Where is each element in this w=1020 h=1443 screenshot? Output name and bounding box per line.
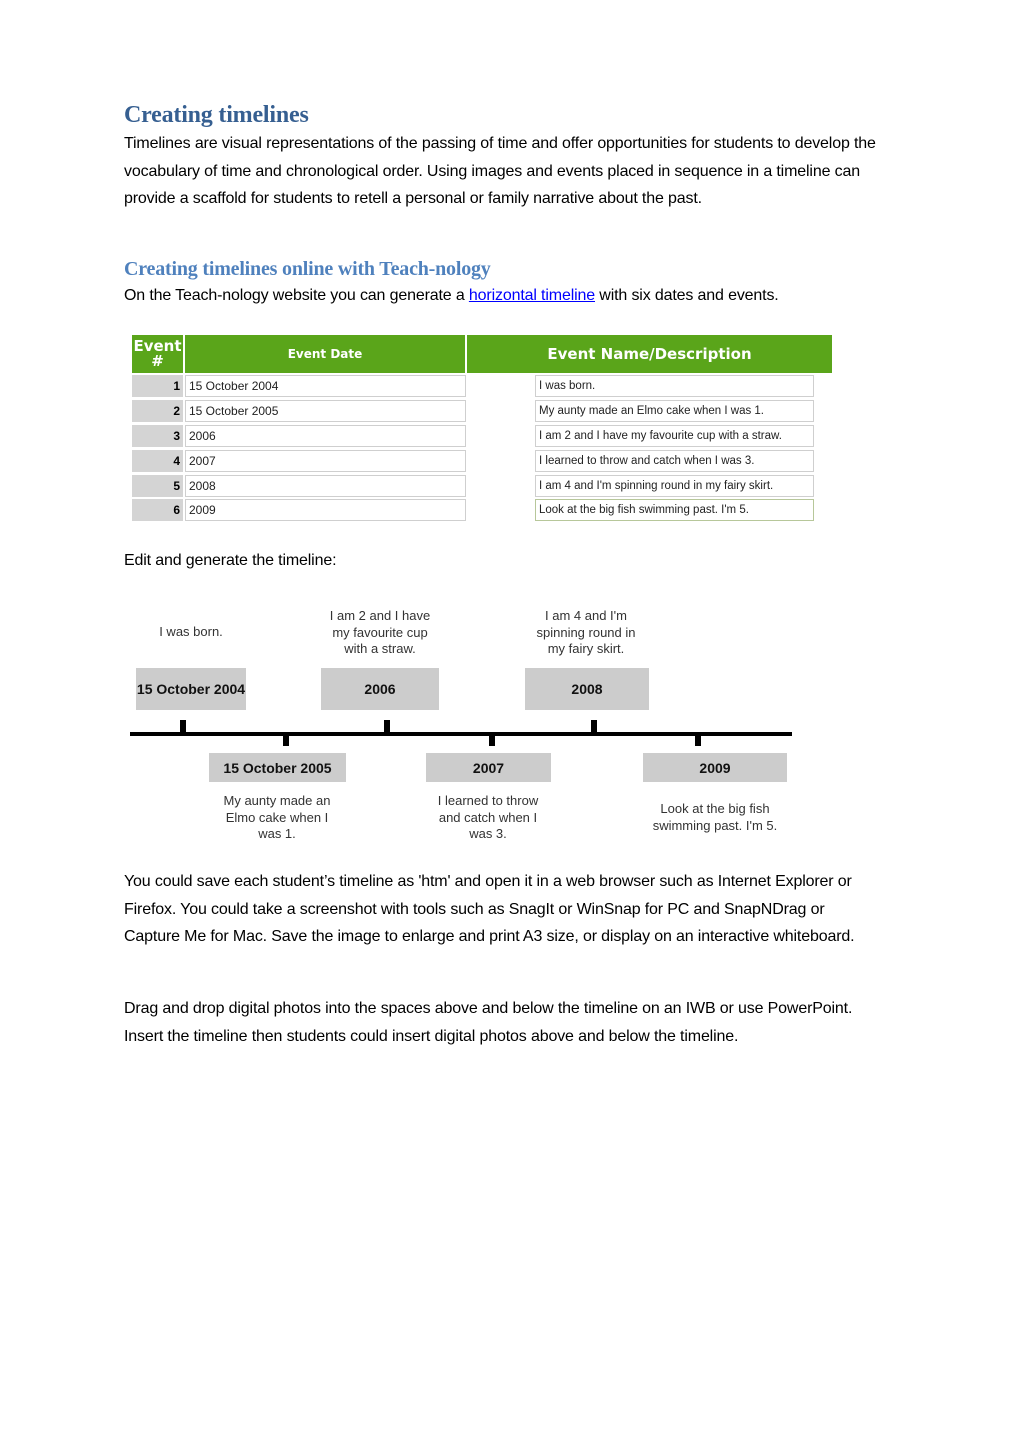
timeline-date-box: 15 October 2004 (136, 668, 246, 710)
drag-drop-paragraph: Drag and drop digital photos into the sp… (124, 1000, 853, 1045)
timeline-caption: My aunty made an Elmo cake when I was 1. (223, 793, 331, 841)
save-timeline-paragraph: You could save each student’s timeline a… (124, 873, 855, 946)
timeline-tick (384, 720, 390, 732)
event-date-input[interactable]: 2008 (185, 475, 466, 497)
event-date-input[interactable]: 15 October 2005 (185, 400, 466, 422)
event-number: 4 (132, 450, 183, 472)
form-row: 6 2009 Look at the big fish swimming pas… (132, 499, 832, 523)
timeline-tick (180, 720, 186, 732)
header-event-description: Event Name/Description (467, 335, 832, 373)
timeline-date-box: 2007 (426, 753, 551, 782)
event-date-input[interactable]: 15 October 2004 (185, 375, 466, 397)
event-description-input[interactable]: I was born. (535, 375, 814, 397)
intro-paragraph: Timelines are visual representations of … (124, 135, 876, 208)
event-number: 2 (132, 400, 183, 422)
teachnology-paragraph: On the Teach-nology website you can gene… (124, 284, 884, 308)
event-description-input[interactable]: Look at the big fish swimming past. I'm … (535, 499, 814, 521)
teachnology-text-before: On the Teach-nology website you can gene… (124, 287, 469, 304)
form-row: 5 2008 I am 4 and I'm spinning round in … (132, 475, 832, 499)
timeline-tick (695, 734, 701, 746)
section-heading-teachnology: Creating timelines online with Teach-nol… (124, 258, 491, 280)
generated-timeline: I was born. 15 October 2004 15 October 2… (128, 600, 798, 850)
event-description-input[interactable]: I am 2 and I have my favourite cup with … (535, 425, 814, 447)
timeline-caption: I am 2 and I have my favourite cup with … (329, 608, 431, 656)
event-description-input[interactable]: My aunty made an Elmo cake when I was 1. (535, 400, 814, 422)
timeline-caption: Look at the big fish swimming past. I'm … (652, 801, 778, 833)
timeline-tick (591, 720, 597, 732)
event-description-input[interactable]: I am 4 and I'm spinning round in my fair… (535, 475, 814, 497)
event-number: 6 (132, 499, 183, 521)
event-description-input[interactable]: I learned to throw and catch when I was … (535, 450, 814, 472)
timeline-caption: I am 4 and I'm spinning round in my fair… (536, 608, 636, 656)
timeline-form-screenshot: Event # Event Date Event Name/Descriptio… (132, 335, 832, 525)
event-date-input[interactable]: 2009 (185, 499, 466, 521)
event-number: 3 (132, 425, 183, 447)
timeline-date-box: 2006 (321, 668, 439, 710)
page-title: Creating timelines (124, 102, 309, 128)
event-date-input[interactable]: 2007 (185, 450, 466, 472)
horizontal-timeline-link[interactable]: horizontal timeline (469, 287, 595, 304)
form-row: 2 15 October 2005 My aunty made an Elmo … (132, 400, 832, 424)
event-number: 1 (132, 375, 183, 397)
teachnology-text-after: with six dates and events. (595, 287, 779, 304)
timeline-tick (489, 734, 495, 746)
timeline-axis (130, 732, 792, 736)
event-date-input[interactable]: 2006 (185, 425, 466, 447)
event-number: 5 (132, 475, 183, 497)
timeline-date-box: 2009 (643, 753, 787, 782)
edit-generate-label: Edit and generate the timeline: (124, 552, 337, 569)
timeline-tick (283, 734, 289, 746)
form-row: 1 15 October 2004 I was born. (132, 375, 832, 399)
form-row: 4 2007 I learned to throw and catch when… (132, 450, 832, 474)
header-event-date: Event Date (185, 335, 465, 373)
timeline-date-box: 15 October 2005 (209, 753, 346, 782)
timeline-caption: I learned to throw and catch when I was … (437, 793, 539, 841)
timeline-date-box: 2008 (525, 668, 649, 710)
form-row: 3 2006 I am 2 and I have my favourite cu… (132, 425, 832, 449)
header-event-number: Event # (132, 335, 183, 373)
timeline-caption: I was born. (159, 624, 223, 639)
header-event-number-line2: # (151, 352, 164, 370)
